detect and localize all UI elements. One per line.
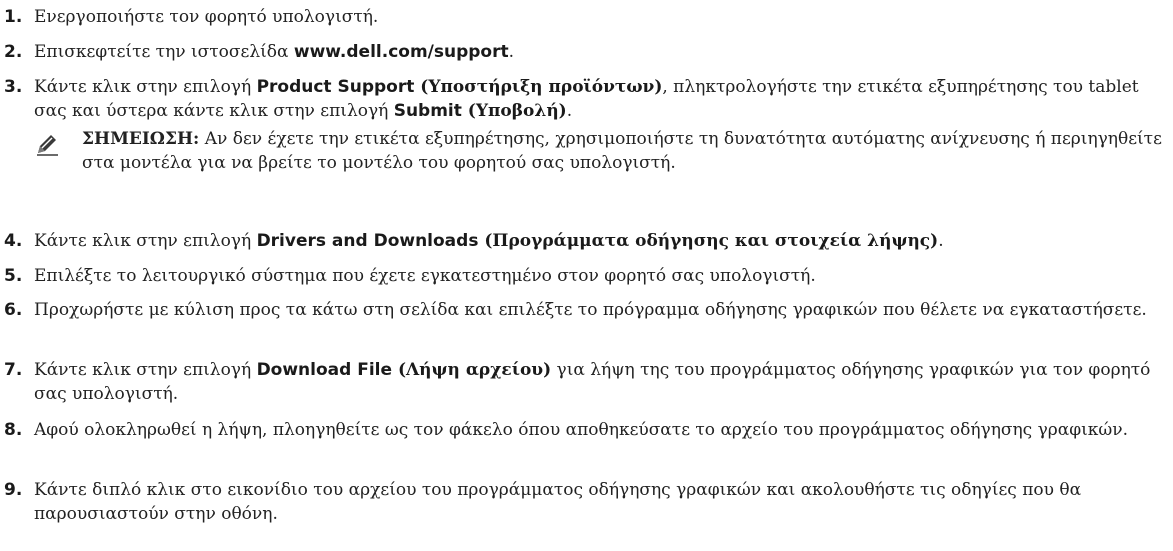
note-label: ΣΗΜΕΙΩΣΗ:	[82, 129, 200, 149]
download-file-translation: (Λήψη αρχείου)	[392, 360, 552, 380]
step-text-plain: Κάντε διπλό κλικ στο εικονίδιο του αρχεί…	[34, 480, 1082, 524]
product-support-label: Product Support	[256, 77, 415, 97]
drivers-downloads-translation: (Προγράμματα οδήγησης και στοιχεία λήψης…	[478, 231, 939, 251]
step-number: 5.	[4, 266, 23, 286]
step-text-plain: Κάντε κλικ στην επιλογή	[34, 231, 257, 251]
submit-translation: (Υποβολή)	[461, 101, 567, 121]
step-text: Κάντε κλικ στην επιλογή Product Support …	[34, 75, 1164, 123]
step-number: 3.	[4, 77, 23, 97]
step-text: Επιλέξτε το λειτουργικό σύστημα που έχετ…	[34, 264, 1164, 288]
step-text-plain: Επισκεφτείτε την ιστοσελίδα	[34, 42, 294, 62]
step-number: 6.	[4, 300, 23, 320]
step-text-plain: Αφού ολοκληρωθεί η λήψη, πλοηγηθείτε ως …	[34, 420, 1129, 440]
step-text-plain: Ενεργοποιήστε τον φορητό υπολογιστή.	[34, 7, 379, 27]
step-text-end: .	[566, 101, 573, 121]
step-text-plain: Επιλέξτε το λειτουργικό σύστημα που έχετ…	[34, 266, 816, 286]
step-text: Ενεργοποιήστε τον φορητό υπολογιστή.	[34, 5, 1164, 29]
step-text: Επισκεφτείτε την ιστοσελίδα www.dell.com…	[34, 40, 1164, 64]
download-file-label: Download File	[256, 360, 393, 380]
step-text-plain: Κάντε κλικ στην επιλογή	[34, 360, 257, 380]
step-number: 2.	[4, 42, 23, 62]
note-body: Αν δεν έχετε την ετικέτα εξυπηρέτησης, χ…	[82, 129, 1162, 173]
step-text-end: .	[938, 231, 944, 251]
submit-label: Submit	[393, 101, 462, 121]
note-text: ΣΗΜΕΙΩΣΗ: Αν δεν έχετε την ετικέτα εξυπη…	[82, 127, 1162, 175]
step-text-plain: Κάντε κλικ στην επιλογή	[34, 77, 257, 97]
drivers-downloads-label: Drivers and Downloads	[256, 231, 479, 251]
step-number: 9.	[4, 480, 23, 500]
support-url: www.dell.com/support	[293, 42, 509, 62]
step-text-end: .	[508, 42, 515, 62]
step-number: 8.	[4, 420, 23, 440]
product-support-translation: (Υποστήριξη προϊόντων)	[414, 77, 663, 97]
pencil-icon	[34, 131, 60, 157]
step-number: 1.	[4, 7, 23, 27]
step-text: Κάντε διπλό κλικ στο εικονίδιο του αρχεί…	[34, 478, 1164, 526]
step-text-plain: Προχωρήστε με κύλιση προς τα κάτω στη σε…	[34, 300, 1147, 320]
step-text: Προχωρήστε με κύλιση προς τα κάτω στη σε…	[34, 298, 1164, 322]
step-number: 7.	[4, 360, 23, 380]
step-text: Κάντε κλικ στην επιλογή Drivers and Down…	[34, 229, 1164, 253]
step-text: Κάντε κλικ στην επιλογή Download File (Λ…	[34, 358, 1164, 406]
step-text: Αφού ολοκληρωθεί η λήψη, πλοηγηθείτε ως …	[34, 418, 1164, 442]
step-number: 4.	[4, 231, 23, 251]
